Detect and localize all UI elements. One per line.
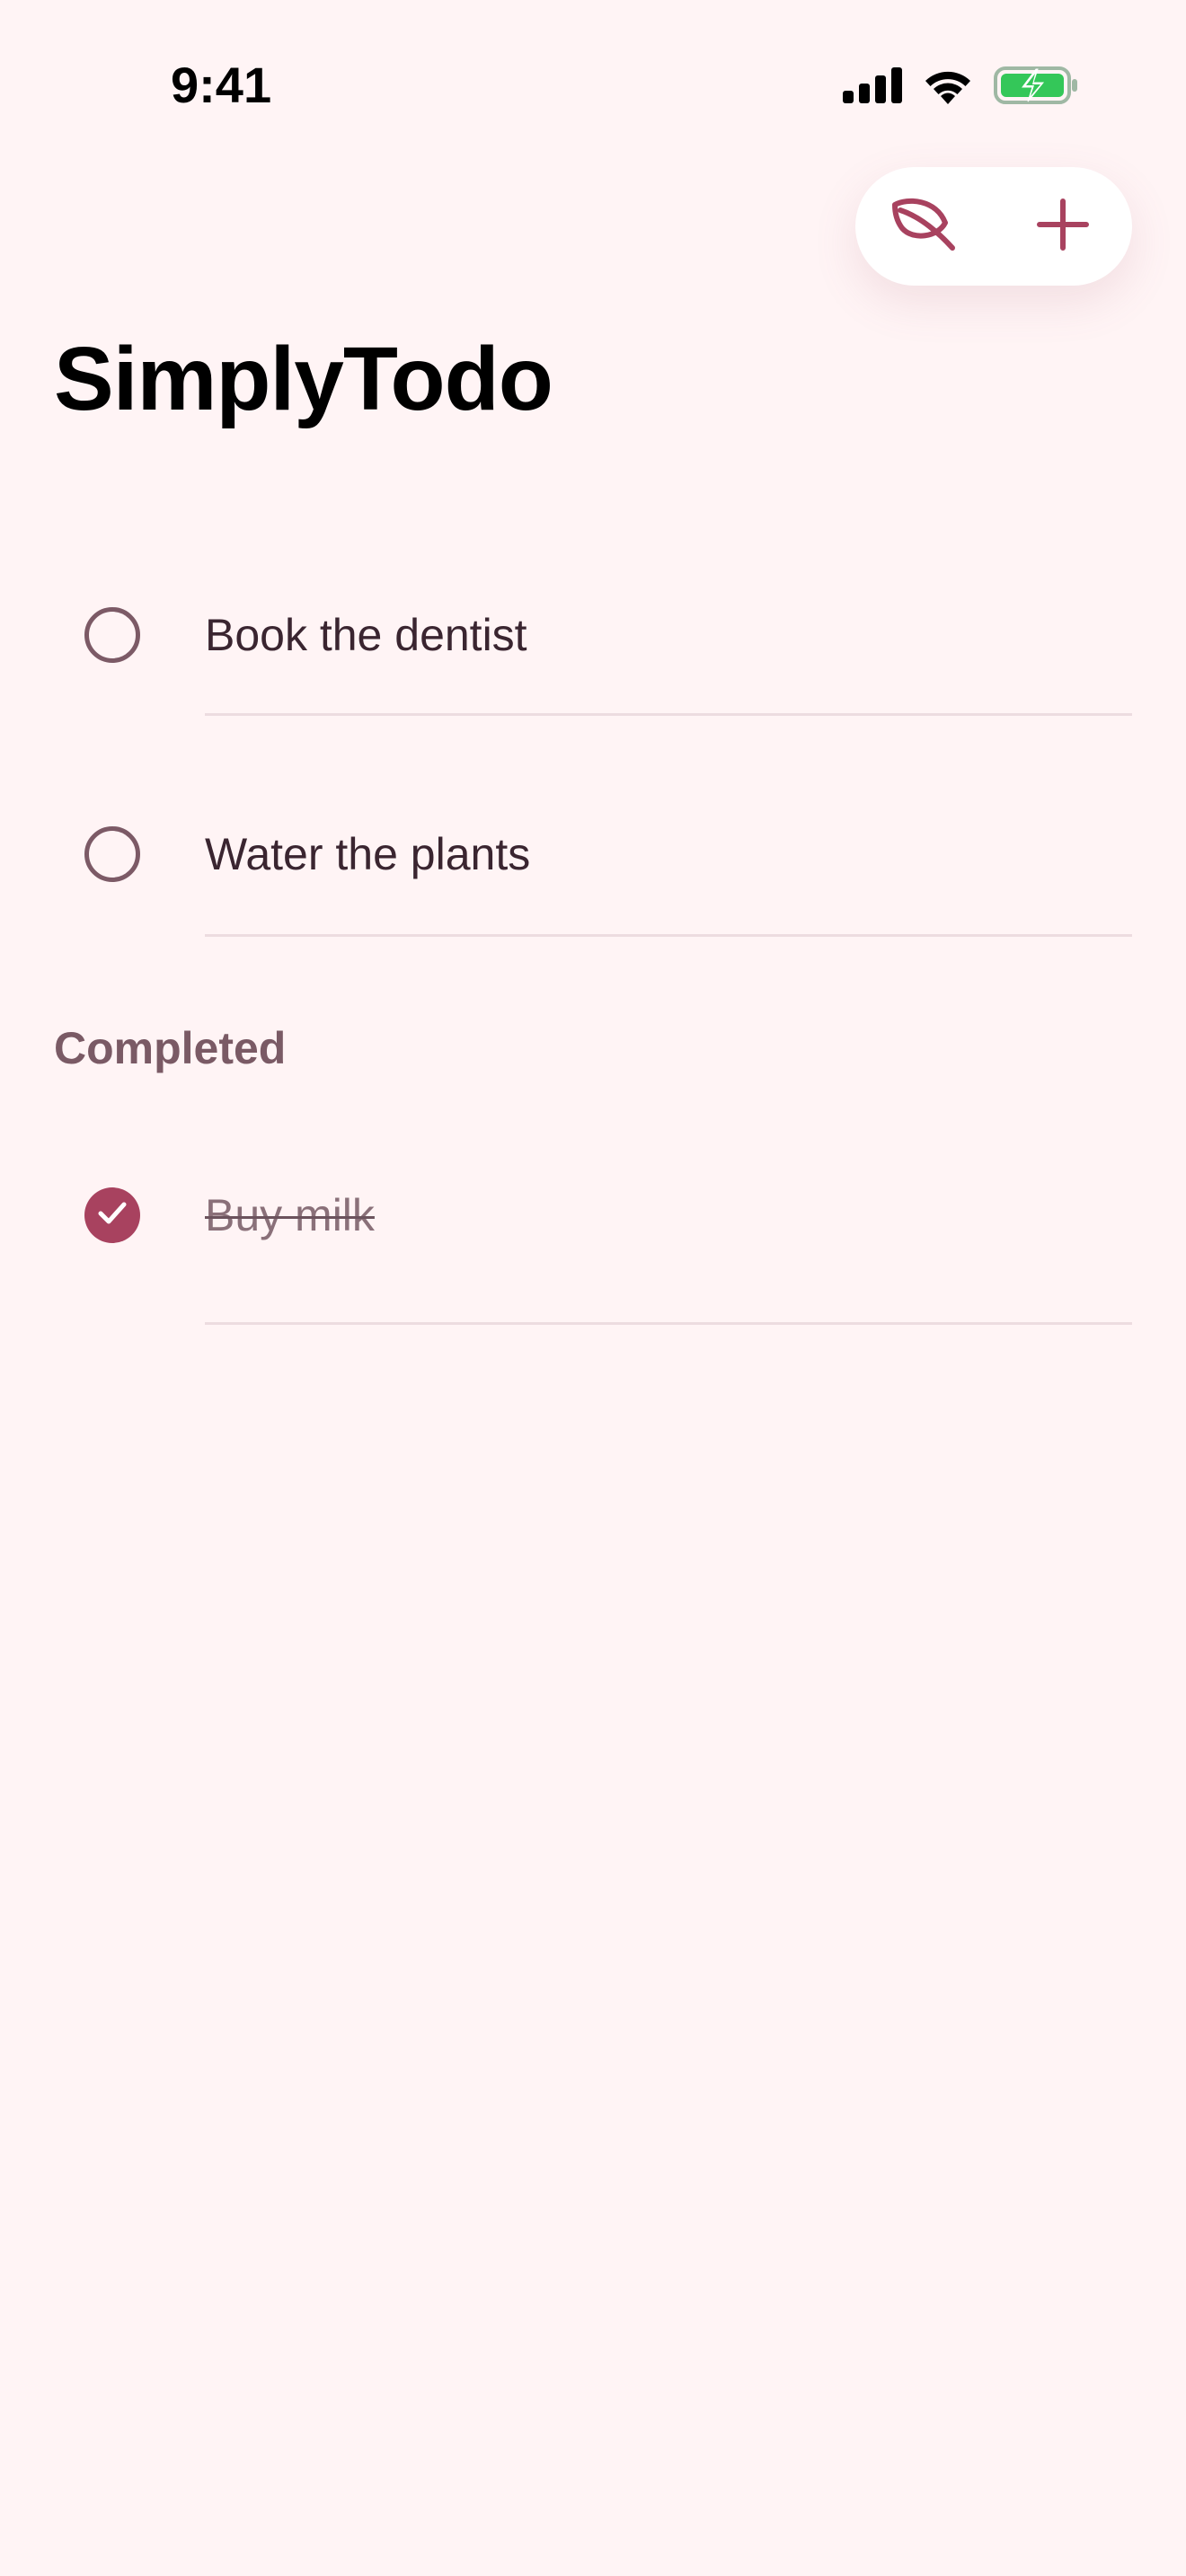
battery-charging-icon	[994, 66, 1078, 105]
todo-row-completed[interactable]: Buy milk	[0, 1105, 1186, 1325]
todo-row[interactable]: Water the plants	[0, 715, 1186, 937]
page-title: SimplyTodo	[54, 329, 553, 429]
todo-checkbox[interactable]	[84, 826, 140, 882]
toolbar-pill	[855, 167, 1132, 286]
divider	[205, 1322, 1132, 1325]
todo-label: Book the dentist	[205, 610, 527, 660]
divider	[205, 934, 1132, 937]
add-todo-button[interactable]	[994, 167, 1132, 286]
wifi-icon	[922, 66, 974, 104]
status-icons	[843, 63, 1078, 108]
todo-checkbox[interactable]	[84, 607, 140, 663]
cellular-signal-icon	[843, 67, 902, 103]
todo-row[interactable]: Book the dentist	[0, 496, 1186, 716]
todo-label: Buy milk	[205, 1190, 375, 1240]
status-time: 9:41	[171, 57, 272, 113]
completed-section-header: Completed	[54, 1023, 287, 1073]
status-bar: 9:41	[0, 0, 1186, 171]
leaf-button[interactable]	[855, 167, 994, 286]
leaf-icon	[890, 196, 960, 258]
checkmark-icon	[97, 1200, 128, 1231]
todo-checkbox-checked[interactable]	[84, 1187, 140, 1243]
plus-icon	[1036, 198, 1090, 256]
todo-label: Water the plants	[205, 829, 531, 879]
